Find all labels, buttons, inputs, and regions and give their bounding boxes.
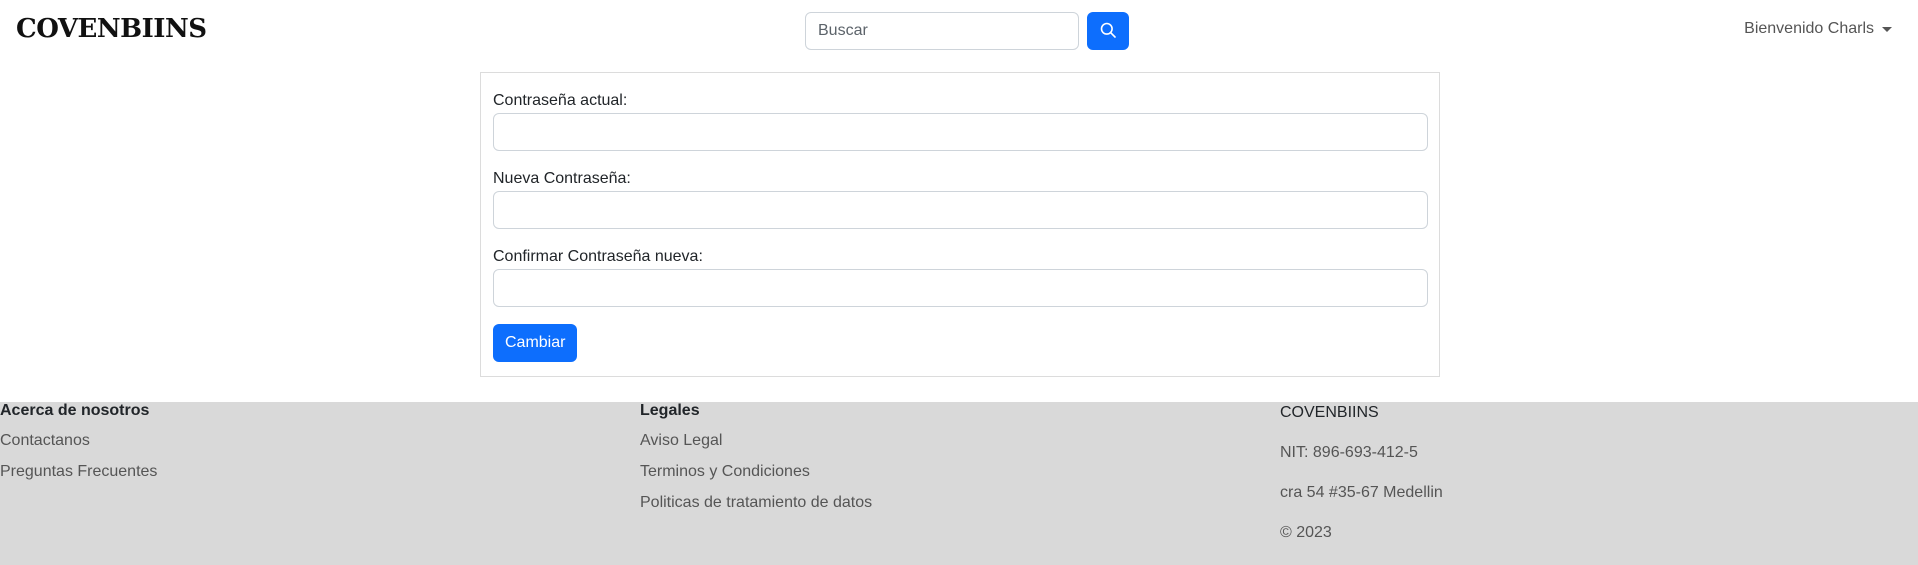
change-password-card: Contraseña actual: Nueva Contraseña: Con… (480, 72, 1440, 377)
current-password-field[interactable] (493, 113, 1428, 151)
current-password-label: Contraseña actual: (493, 92, 628, 109)
search-input[interactable] (805, 12, 1079, 50)
footer-link-data-policy[interactable]: Politicas de tratamiento de datos (640, 494, 872, 512)
footer-about-column: Acerca de nosotros Contactanos Preguntas… (0, 402, 157, 481)
footer: Acerca de nosotros Contactanos Preguntas… (0, 402, 1918, 565)
footer-nit: NIT: 896-693-412-5 (1280, 444, 1418, 461)
footer-company-column: COVENBIINS NIT: 896-693-412-5 cra 54 #35… (1280, 404, 1443, 542)
user-greeting: Bienvenido Charls (1744, 20, 1874, 37)
caret-down-icon (1882, 26, 1892, 32)
search-form (805, 12, 1129, 50)
footer-link-faq[interactable]: Preguntas Frecuentes (0, 463, 157, 481)
new-password-label: Nueva Contraseña: (493, 170, 631, 187)
confirm-password-label: Confirmar Contraseña nueva: (493, 248, 703, 265)
footer-link-terms[interactable]: Terminos y Condiciones (640, 463, 872, 481)
footer-copyright: © 2023 (1280, 524, 1332, 541)
brand-logo[interactable]: COVENBIINS (16, 14, 207, 44)
change-password-button[interactable]: Cambiar (493, 324, 578, 362)
confirm-password-field[interactable] (493, 269, 1428, 307)
search-button[interactable] (1087, 12, 1129, 50)
footer-link-legal-notice[interactable]: Aviso Legal (640, 432, 872, 450)
footer-company-name: COVENBIINS (1280, 404, 1379, 421)
user-dropdown[interactable]: Bienvenido Charls (1744, 20, 1892, 38)
footer-about-heading: Acerca de nosotros (0, 402, 150, 419)
footer-legal-heading: Legales (640, 402, 700, 419)
footer-legal-column: Legales Aviso Legal Terminos y Condicion… (640, 402, 872, 512)
search-icon (1100, 22, 1116, 41)
new-password-field[interactable] (493, 191, 1428, 229)
footer-address: cra 54 #35-67 Medellin (1280, 484, 1443, 501)
footer-link-contact[interactable]: Contactanos (0, 432, 157, 450)
navbar: COVENBIINS Bienvenido Charls (0, 0, 1918, 62)
